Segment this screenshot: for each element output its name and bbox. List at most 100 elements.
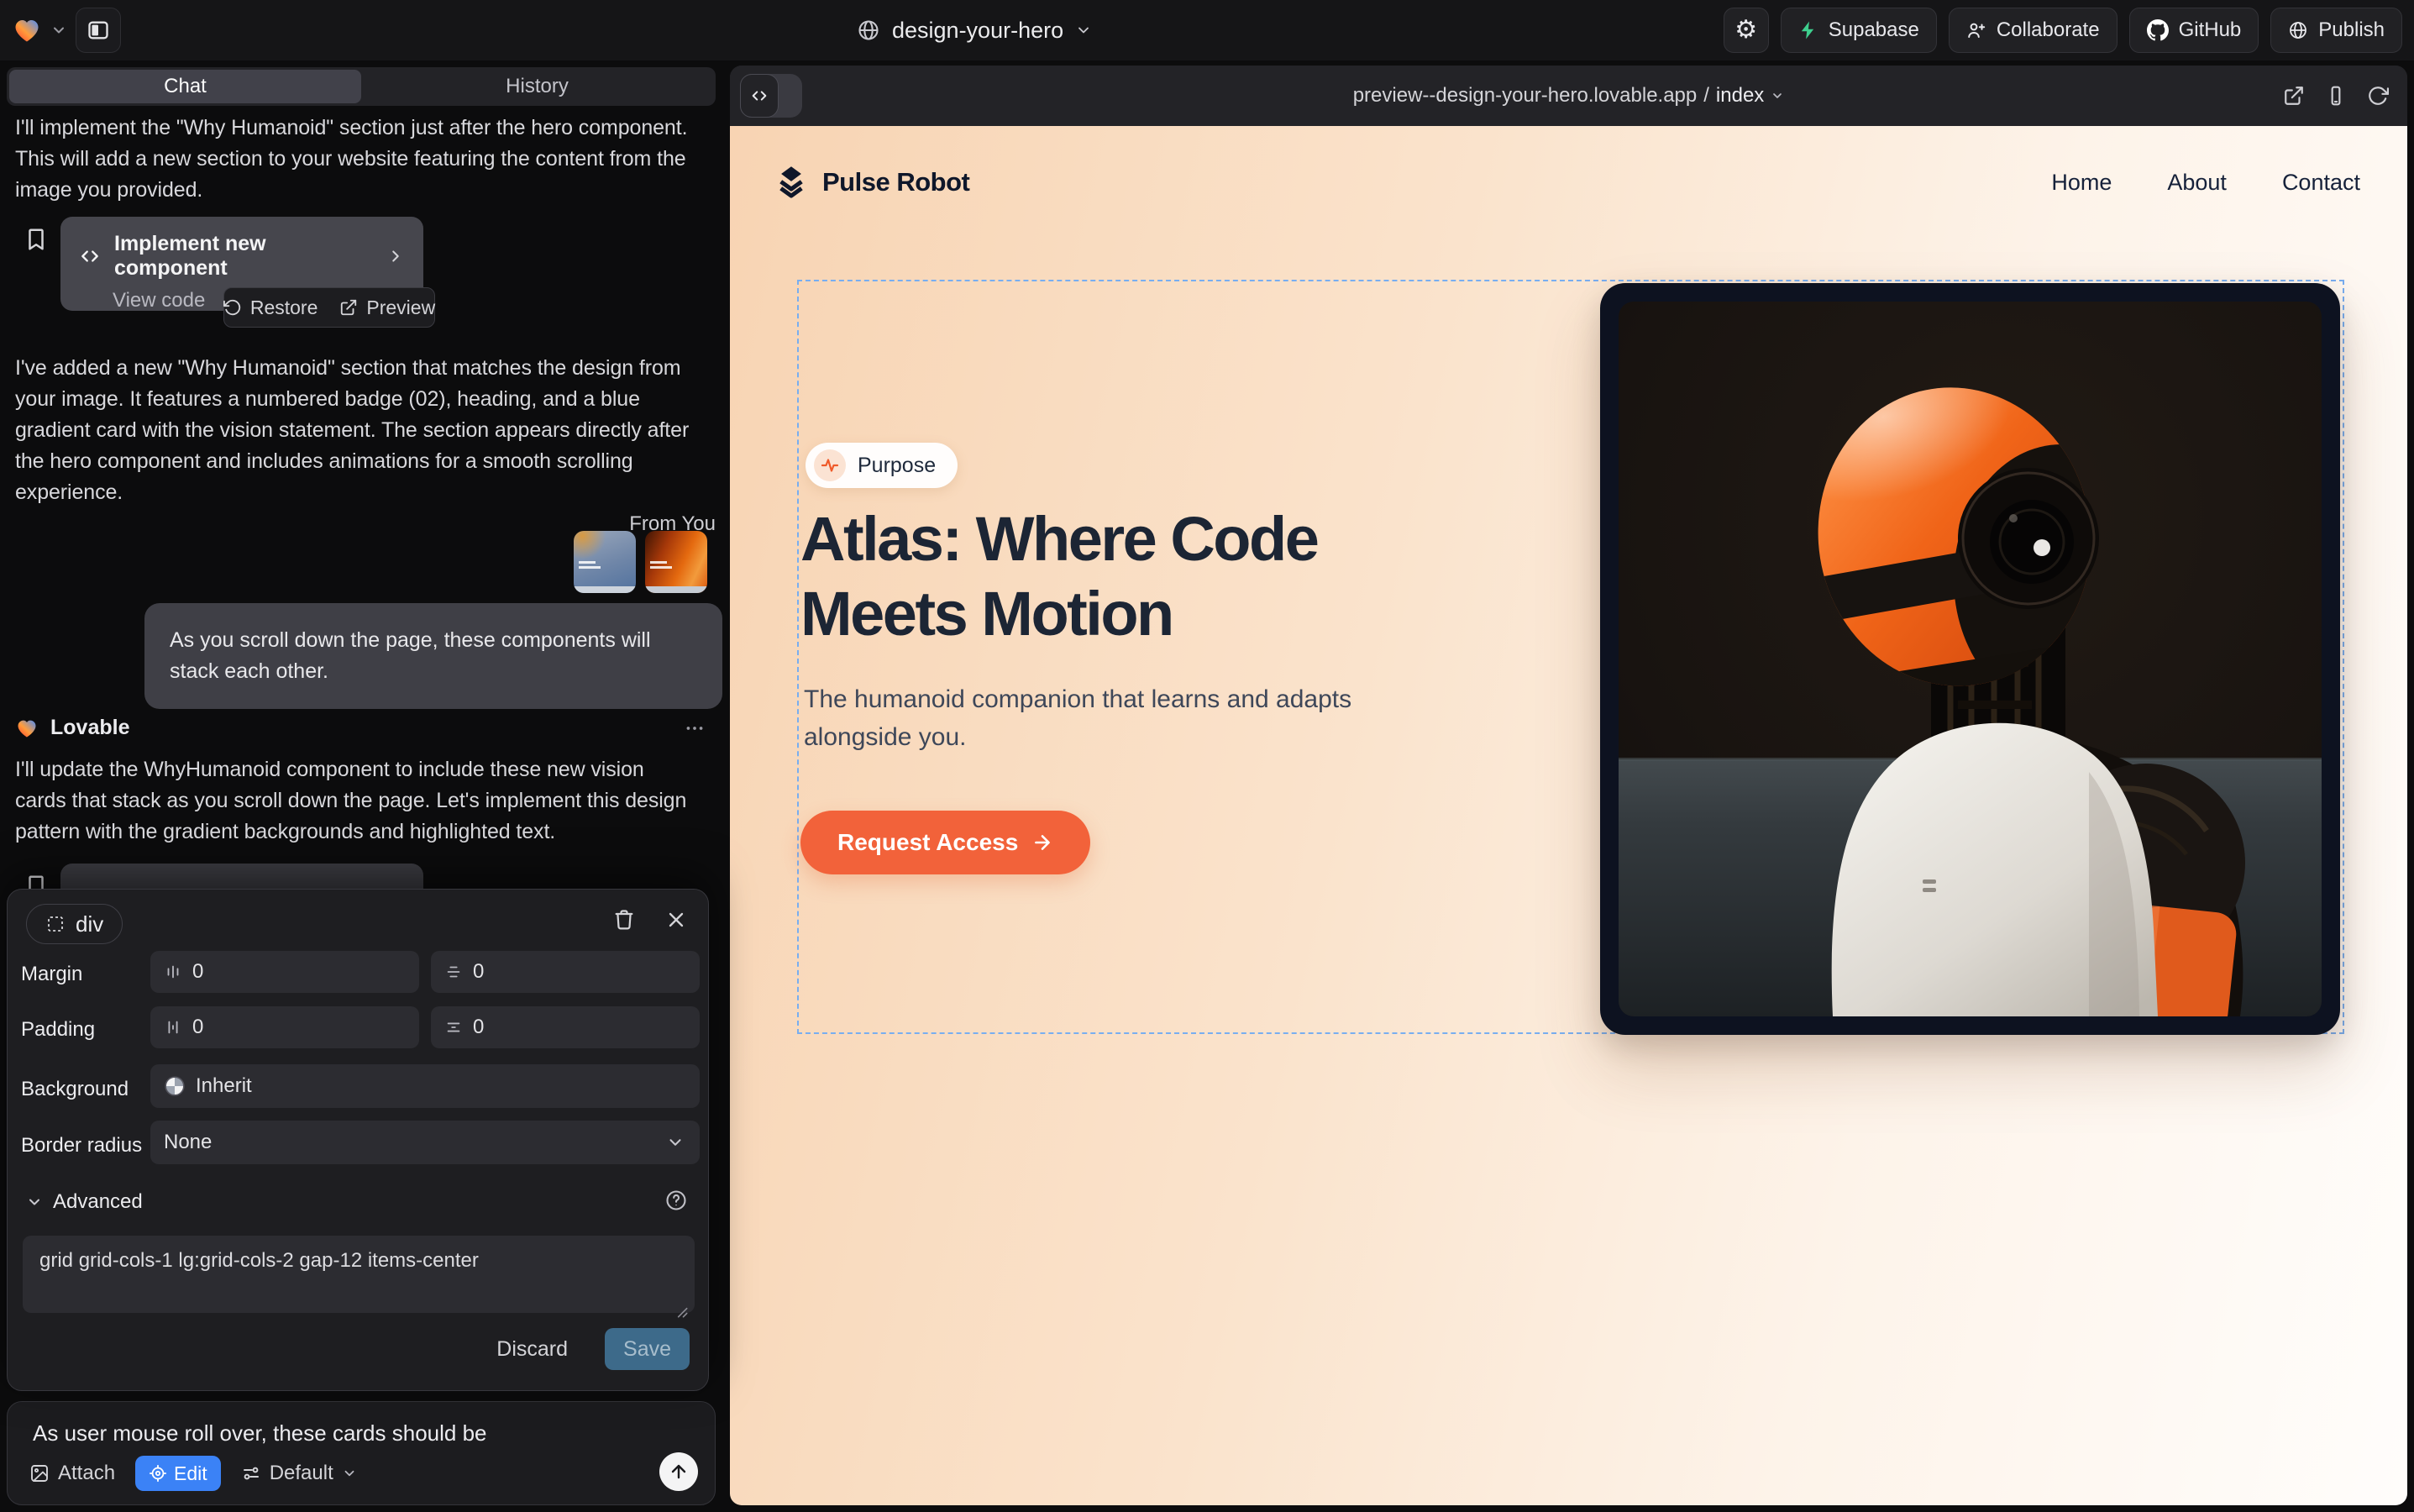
attach-image-icon [29, 1463, 50, 1483]
background-input[interactable]: Inherit [150, 1064, 700, 1108]
nav-home[interactable]: Home [2051, 170, 2112, 196]
element-tag: div [76, 911, 103, 937]
app-top-bar: design-your-hero ⚙ Supabase Collaborate … [0, 0, 2414, 60]
assistant-header: Lovable [15, 716, 706, 740]
refresh-icon[interactable] [2367, 85, 2389, 107]
save-button[interactable]: Save [605, 1328, 690, 1370]
preview-button[interactable]: Preview [339, 297, 435, 319]
attachment-thumbnail-2[interactable] [645, 531, 707, 593]
publish-globe-icon [2288, 20, 2308, 40]
resize-handle-icon[interactable] [673, 1303, 690, 1320]
margin-y-input[interactable]: 0 [431, 951, 700, 993]
help-icon[interactable] [664, 1189, 688, 1212]
preview-url-bar[interactable]: preview--design-your-hero.lovable.app / … [730, 66, 2407, 126]
border-radius-select[interactable]: None [150, 1121, 700, 1164]
padding-vertical-icon [444, 1018, 463, 1037]
lovable-logo-icon[interactable] [12, 15, 42, 45]
badge-label: Purpose [858, 454, 936, 478]
message-hover-toolbar: Restore Preview [223, 287, 435, 328]
github-icon [2147, 19, 2169, 41]
mobile-view-icon[interactable] [2325, 85, 2347, 107]
preview-toolbar: preview--design-your-hero.lovable.app / … [730, 66, 2407, 126]
arrow-right-icon [1031, 832, 1053, 853]
select-chevron-icon [666, 1133, 685, 1152]
send-button[interactable] [659, 1452, 698, 1491]
margin-x-input[interactable]: 0 [150, 951, 419, 993]
site-canvas: Pulse Robot Home About Contact Purpose A… [730, 126, 2407, 1505]
dashed-selection-icon [45, 914, 66, 934]
restore-button[interactable]: Restore [223, 297, 318, 319]
hero-subheading: The humanoid companion that learns and a… [804, 680, 1425, 756]
edit-mode-button[interactable]: Edit [135, 1456, 221, 1491]
nav-contact[interactable]: Contact [2282, 170, 2360, 196]
site-header: Pulse Robot Home About Contact [730, 126, 2407, 252]
external-link-icon [339, 298, 358, 317]
background-label: Background [21, 1078, 129, 1101]
spacing-vertical-icon [444, 963, 463, 981]
sliders-icon [241, 1463, 261, 1483]
assistant-message-2: I've added a new "Why Humanoid" section … [15, 353, 697, 508]
border-radius-label: Border radius [21, 1134, 142, 1158]
advanced-section-toggle[interactable]: Advanced [26, 1190, 143, 1214]
preview-url: preview--design-your-hero.lovable.app [1353, 84, 1698, 108]
site-nav: Home About Contact [2051, 170, 2360, 196]
chat-input[interactable]: As user mouse roll over, these cards sho… [33, 1420, 487, 1446]
padding-y-input[interactable]: 0 [431, 1006, 700, 1048]
project-chevron-down-icon [1075, 22, 1092, 39]
element-inspector-panel: div Margin 0 0 Padding 0 0 Background In… [7, 889, 709, 1391]
lovable-heart-icon [15, 717, 39, 740]
layers-logo-icon [772, 163, 811, 202]
sidebar-toggle-button[interactable] [76, 8, 121, 53]
user-message-bubble: As you scroll down the page, these compo… [144, 603, 722, 709]
padding-label: Padding [21, 1018, 95, 1042]
message-menu-icon[interactable] [684, 717, 706, 739]
tab-history[interactable]: History [361, 70, 713, 103]
site-logo[interactable]: Pulse Robot [772, 163, 969, 202]
chevron-right-icon [386, 247, 405, 265]
purpose-badge: Purpose [806, 443, 958, 488]
project-switcher[interactable]: design-your-hero [857, 0, 1092, 60]
advanced-classes-input[interactable]: grid grid-cols-1 lg:grid-cols-2 gap-12 i… [23, 1236, 695, 1313]
mode-chevron-icon [342, 1466, 357, 1481]
attachment-thumbnail-1[interactable] [574, 531, 636, 593]
attach-button[interactable]: Attach [29, 1462, 115, 1485]
assistant-message-1: I'll implement the "Why Humanoid" sectio… [15, 113, 697, 206]
nav-about[interactable]: About [2167, 170, 2227, 196]
collaborate-icon [1966, 20, 1986, 40]
logo-chevron-down-icon[interactable] [50, 22, 67, 39]
supabase-button[interactable]: Supabase [1781, 8, 1937, 53]
action-card-title: Implement new component [114, 232, 373, 281]
robot-image [1619, 302, 2322, 1016]
padding-x-input[interactable]: 0 [150, 1006, 419, 1048]
open-external-icon[interactable] [2283, 85, 2305, 107]
chat-composer: As user mouse roll over, these cards sho… [7, 1401, 716, 1505]
padding-horizontal-icon [164, 1018, 182, 1037]
margin-label: Margin [21, 963, 82, 986]
supabase-icon [1798, 20, 1818, 40]
settings-button[interactable]: ⚙ [1724, 8, 1769, 53]
github-button[interactable]: GitHub [2129, 8, 2259, 53]
transparency-swatch-icon [164, 1075, 186, 1097]
assistant-message-3: I'll update the WhyHumanoid component to… [15, 754, 697, 848]
selected-element-chip[interactable]: div [26, 904, 123, 944]
target-icon [149, 1464, 167, 1483]
discard-button[interactable]: Discard [496, 1337, 568, 1362]
hero-robot-card [1600, 283, 2340, 1035]
arrow-up-icon [669, 1462, 689, 1482]
collaborate-button[interactable]: Collaborate [1949, 8, 2117, 53]
preview-panel: preview--design-your-hero.lovable.app / … [730, 66, 2407, 1505]
tab-chat[interactable]: Chat [9, 70, 361, 103]
code-icon [79, 245, 101, 267]
mode-select[interactable]: Default [241, 1462, 357, 1485]
gear-icon: ⚙ [1734, 18, 1757, 43]
delete-element-icon[interactable] [612, 908, 636, 932]
spacing-horizontal-icon [164, 963, 182, 981]
publish-button[interactable]: Publish [2270, 8, 2402, 53]
request-access-button[interactable]: Request Access [800, 811, 1090, 874]
hero-heading: Atlas: Where Code Meets Motion [800, 502, 1317, 652]
project-name: design-your-hero [892, 18, 1063, 44]
close-panel-icon[interactable] [664, 908, 688, 932]
bookmark-icon[interactable] [24, 227, 49, 252]
path-chevron-icon [1771, 89, 1784, 102]
chevron-down-icon [26, 1194, 43, 1210]
